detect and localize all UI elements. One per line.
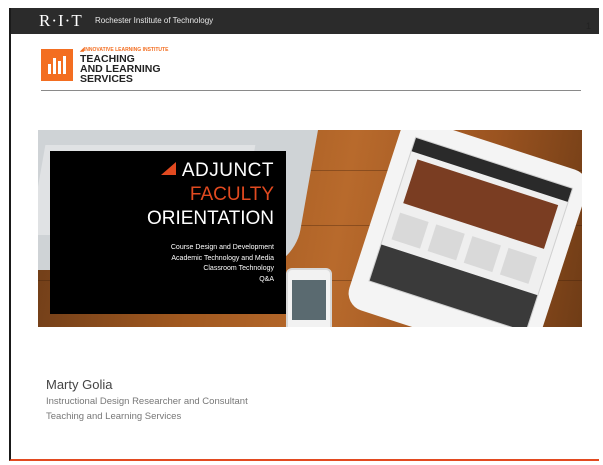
rit-logo: R·I·T [39, 11, 83, 30]
brand-title: TEACHING AND LEARNING SERVICES [80, 54, 161, 85]
slide: R·I·T Rochester Institute of Technology … [9, 8, 599, 461]
title-panel: ADJUNCT FACULTY ORIENTATION Course Desig… [50, 151, 286, 314]
triangle-icon [160, 162, 176, 175]
topic-item: Q&A [259, 275, 274, 283]
hero-image: ADJUNCT FACULTY ORIENTATION Course Desig… [38, 130, 582, 327]
phone-illustration [286, 268, 332, 327]
title-line-1: ADJUNCT [160, 160, 274, 182]
title-line-2: FACULTY [189, 184, 274, 205]
presenter-department: Teaching and Learning Services [46, 411, 182, 422]
tablet-illustration [343, 130, 582, 327]
topic-list: Course Design and Development Academic T… [171, 243, 274, 285]
top-bar: R·I·T Rochester Institute of Technology [11, 8, 599, 34]
divider [41, 90, 581, 91]
topic-item: Course Design and Development [170, 244, 274, 251]
topic-item: Classroom Technology [203, 265, 274, 272]
topic-item: Academic Technology and Media [171, 254, 274, 262]
page-number: 1 [585, 21, 591, 31]
presenter-role: Instructional Design Researcher and Cons… [46, 396, 248, 407]
tls-logo-icon [41, 49, 73, 81]
presenter-name: Marty Golia [46, 377, 113, 392]
institution-name: Rochester Institute of Technology [95, 16, 214, 25]
title-line-3: ORIENTATION [146, 208, 274, 229]
brand-title-line: SERVICES [80, 73, 133, 85]
